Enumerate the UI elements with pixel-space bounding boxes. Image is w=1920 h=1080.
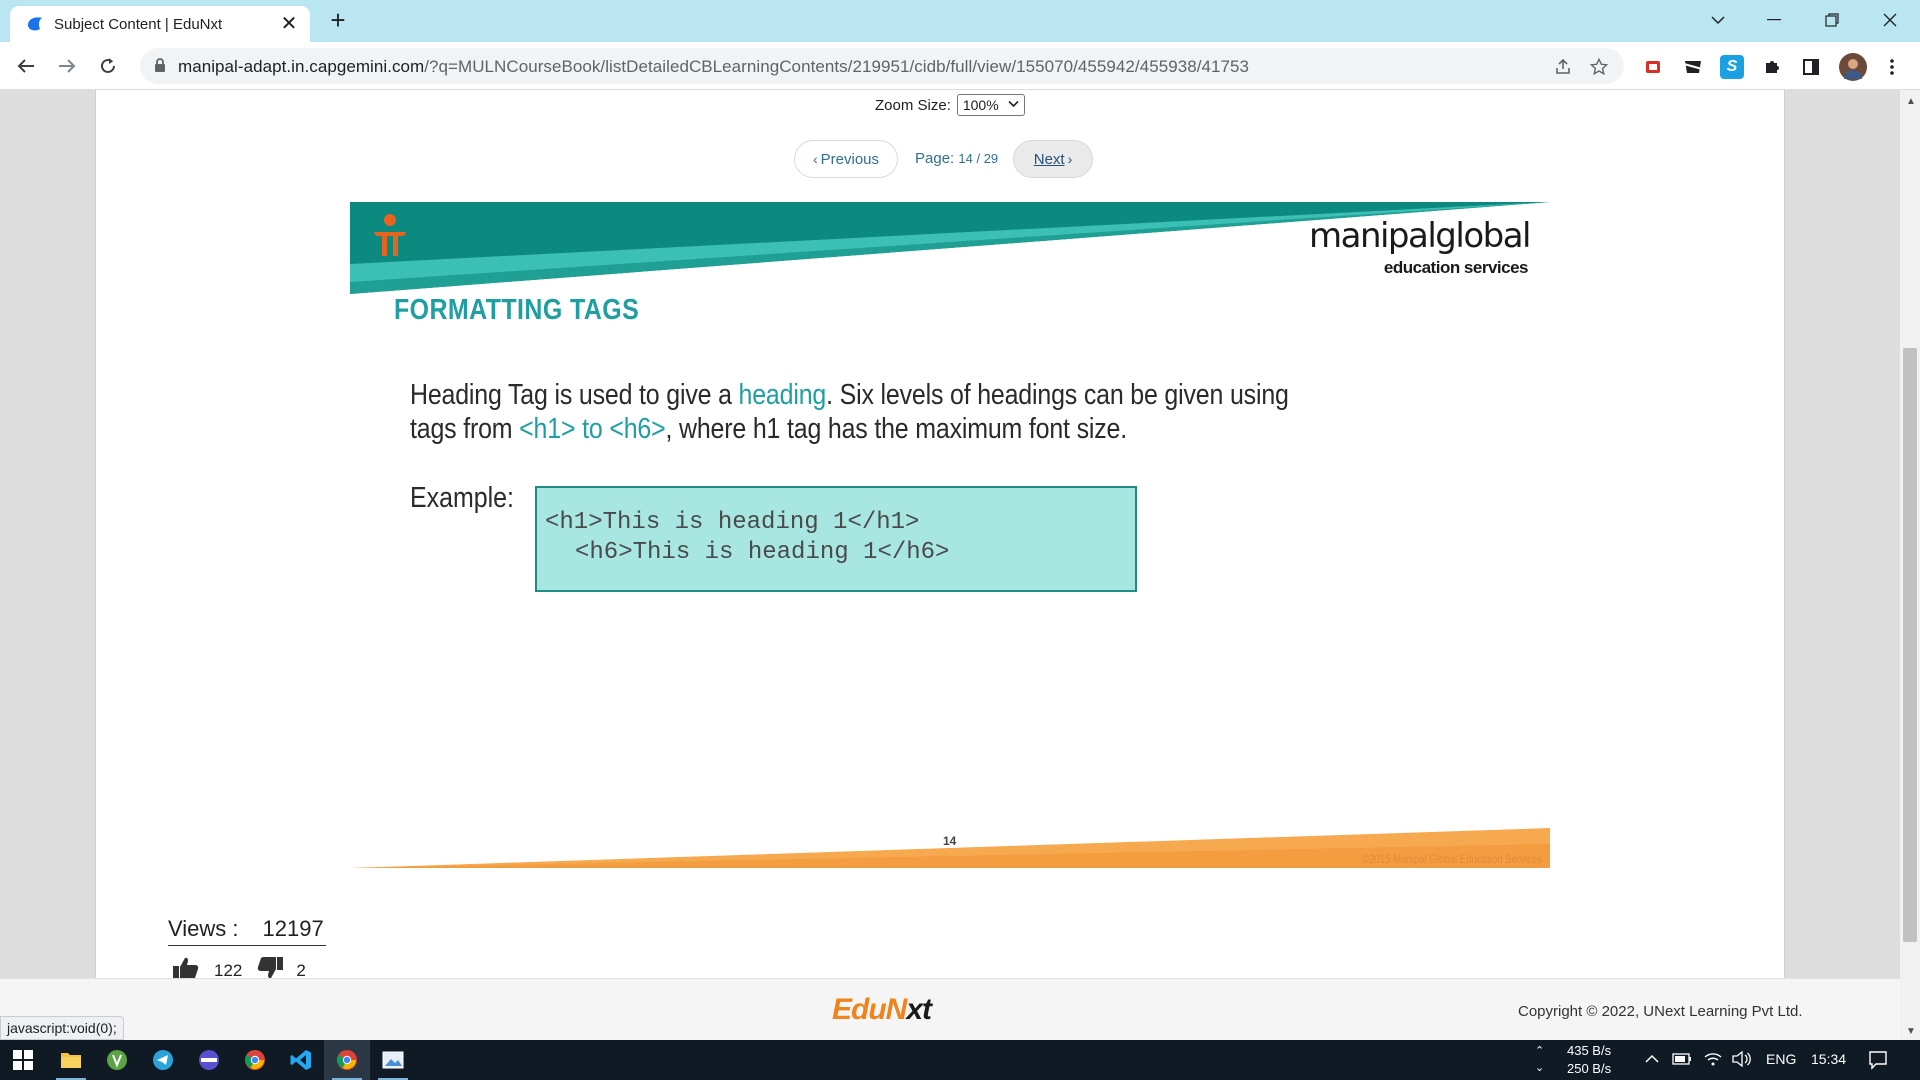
notifications-icon[interactable]	[1868, 1050, 1888, 1075]
share-icon[interactable]	[1552, 56, 1574, 78]
body-text-1: Heading Tag is used to give a	[410, 379, 739, 411]
puzzle-icon[interactable]	[1760, 55, 1784, 79]
chevron-left-icon: ‹	[812, 151, 818, 167]
tray-chevron-icon[interactable]	[1645, 1051, 1659, 1069]
app-purple-icon[interactable]	[186, 1040, 232, 1080]
zoom-value: 100%	[962, 97, 999, 113]
wifi-icon[interactable]	[1704, 1051, 1722, 1072]
net-download: 250 B/s	[1567, 1061, 1612, 1076]
photos-icon[interactable]	[370, 1040, 416, 1080]
close-window-button[interactable]	[1868, 4, 1912, 36]
code-line: <h1>This is heading 1</h1>	[545, 509, 920, 536]
vscode-icon[interactable]	[278, 1040, 324, 1080]
language-indicator[interactable]: ENG	[1766, 1051, 1796, 1067]
logo-part: x	[906, 993, 923, 1026]
slide: manipalglobal education services FORMATT…	[350, 202, 1550, 868]
tab-title: Subject Content | EduNxt	[54, 16, 223, 33]
menu-kebab-icon[interactable]	[1880, 55, 1904, 79]
copyright-text: Copyright © 2022, UNext Learning Pvt Ltd…	[1518, 1003, 1803, 1020]
reload-icon[interactable]	[94, 52, 122, 80]
page-viewport: Zoom Size: 100% ‹ Previous Page: 14 / 29…	[0, 90, 1920, 1040]
next-button[interactable]: Next ›	[1013, 140, 1093, 178]
tab-close-icon[interactable]: ✕	[278, 13, 300, 35]
scroll-down-arrow-icon[interactable]: ▼	[1906, 1026, 1916, 1037]
page-footer: EduNxt Copyright © 2022, UNext Learning …	[0, 978, 1900, 1040]
slide-copyright: ©2015 Manipal Global Education Services	[1362, 852, 1542, 866]
scroll-up-arrow-icon[interactable]: ▲	[1906, 96, 1916, 107]
back-arrow-icon[interactable]	[12, 52, 40, 80]
chrome-icon[interactable]	[232, 1040, 278, 1080]
body-text-3: , where h1 tag has the maximum font size…	[665, 413, 1128, 445]
code-line: <h6>This is heading 1</h6>	[575, 539, 950, 566]
brand-subtitle: education services	[1383, 258, 1529, 277]
tab-search-icon[interactable]	[1696, 4, 1740, 36]
pdf-extension-icon[interactable]	[1641, 55, 1665, 79]
edunxt-favicon-icon	[28, 17, 42, 31]
browser-toolbar: manipal-adapt.in.capgemini.com/?q=MULNCo…	[0, 42, 1920, 90]
forward-arrow-icon[interactable]	[53, 52, 81, 80]
browser-tab[interactable]: Subject Content | EduNxt ✕	[10, 6, 310, 42]
views-counter: Views : 12197	[168, 916, 326, 946]
battery-icon[interactable]	[1672, 1052, 1692, 1071]
chevron-down-icon	[1008, 97, 1019, 111]
page-sep: /	[972, 151, 984, 166]
zoom-select[interactable]: 100%	[956, 94, 1025, 116]
volume-icon[interactable]	[1732, 1050, 1752, 1072]
code-example-box: <h1>This is heading 1</h1> <h6>This is h…	[535, 486, 1137, 592]
logo-part: t	[922, 993, 932, 1026]
restore-button[interactable]	[1810, 4, 1854, 36]
windows-start-icon[interactable]	[0, 1040, 46, 1080]
net-upload: 435 B/s	[1567, 1043, 1612, 1058]
ninja-extension-icon[interactable]	[1681, 55, 1705, 79]
new-tab-button[interactable]: +	[325, 7, 351, 34]
s-extension-icon[interactable]: S	[1720, 55, 1744, 79]
manipal-logo-icon	[374, 214, 406, 256]
browser-tab-strip: Subject Content | EduNxt ✕ +	[0, 0, 1920, 42]
next-label: Next	[1033, 150, 1065, 168]
profile-avatar[interactable]	[1839, 53, 1867, 81]
chrome-active-icon[interactable]	[324, 1040, 370, 1080]
clock-time[interactable]: 15:34	[1811, 1051, 1846, 1067]
page-current: 14	[958, 151, 973, 166]
zoom-control: Zoom Size: 100%	[875, 94, 1025, 116]
chevron-right-icon: ›	[1067, 151, 1073, 167]
slide-body-text: Heading Tag is used to give a heading. S…	[410, 378, 1322, 446]
scrollbar-thumb[interactable]	[1903, 348, 1917, 942]
views-value: 12197	[262, 916, 324, 941]
slide-title: FORMATTING TAGS	[394, 294, 640, 326]
app-green-icon[interactable]	[94, 1040, 140, 1080]
star-icon[interactable]	[1588, 56, 1610, 78]
example-label: Example:	[410, 482, 514, 514]
page-label: Page:	[915, 150, 955, 167]
body-highlight-2: <h1> to <h6>	[519, 413, 666, 445]
previous-label: Previous	[820, 150, 880, 168]
file-explorer-icon[interactable]	[48, 1040, 94, 1080]
logo-part: EduN	[832, 993, 907, 1026]
url-text: manipal-adapt.in.capgemini.com/?q=MULNCo…	[178, 57, 1249, 77]
network-speed-arrows-icon: ⌃ ⌄	[1535, 1045, 1545, 1074]
minimize-button[interactable]	[1752, 4, 1796, 36]
body-highlight-1: heading	[738, 379, 827, 411]
telegram-icon[interactable]	[140, 1040, 186, 1080]
views-label: Views :	[168, 916, 239, 941]
page-total: 29	[983, 151, 999, 166]
address-bar[interactable]: manipal-adapt.in.capgemini.com/?q=MULNCo…	[140, 48, 1624, 84]
edunxt-logo: EduNxt	[832, 993, 932, 1027]
lock-icon[interactable]	[154, 58, 166, 78]
url-path: /?q=MULNCourseBook/listDetailedCBLearnin…	[424, 57, 1250, 76]
previous-button[interactable]: ‹ Previous	[794, 140, 898, 178]
brand-name: manipalglobal	[1308, 216, 1532, 256]
page-indicator: Page: 14 / 29	[915, 150, 998, 167]
url-host: manipal-adapt.in.capgemini.com	[178, 57, 425, 76]
sidepanel-icon[interactable]	[1799, 55, 1823, 79]
slide-number: 14	[943, 834, 957, 848]
status-bar-url: javascript:void(0);	[0, 1016, 124, 1040]
zoom-label: Zoom Size:	[875, 96, 951, 114]
windows-taskbar: ⌃ ⌄ 435 B/s 250 B/s ENG 15:34	[0, 1040, 1920, 1080]
